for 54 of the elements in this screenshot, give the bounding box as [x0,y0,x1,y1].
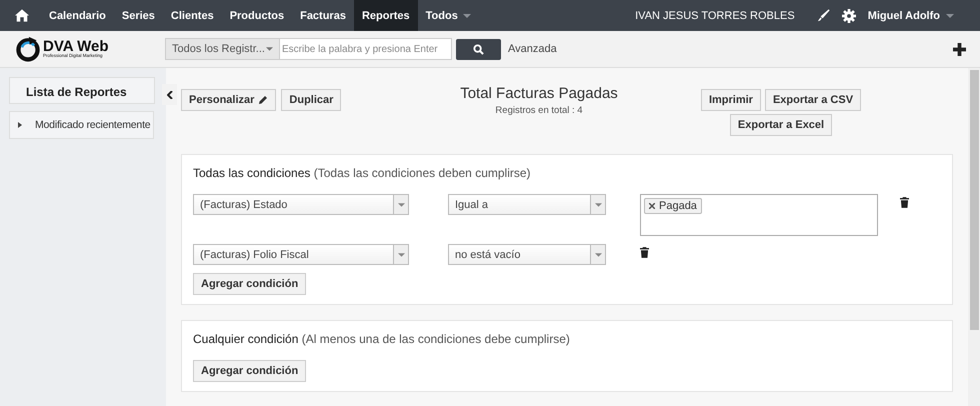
scrollbar[interactable] [968,68,980,406]
sidebar-title: Lista de Reportes [9,77,155,104]
trash-icon[interactable] [640,247,649,258]
caret-icon [398,252,404,256]
toolbar-button[interactable]: Personalizar [181,89,276,111]
search-icon [473,44,484,54]
panel-title: Cualquier condición [193,332,298,346]
add-condition-button[interactable]: Agregar condición [193,273,306,295]
panel-hint: (Todas las condiciones deben cumplirse) [314,166,531,180]
field-select[interactable]: (Facturas) Folio Fiscal [193,244,409,265]
brush-icon[interactable] [816,9,830,22]
field-select[interactable]: (Facturas) Estado [193,194,409,215]
caret-icon [594,252,602,256]
collapse-button[interactable] [162,84,177,105]
caret-icon [594,202,602,206]
plus-icon[interactable] [953,42,966,56]
panel-hint: (Al menos una de las condiciones debe cumplirse) [302,332,570,346]
export-button[interactable]: Exportar a Excel [730,114,832,136]
settings-icon[interactable] [842,8,856,22]
record-count: Registros en total : 4 [494,105,584,116]
caret-icon [266,47,273,51]
search-button[interactable] [456,38,501,60]
sidebar-item[interactable]: Modificado recientemente [9,111,154,139]
nav-item[interactable]: Todos [418,0,479,31]
caret-icon [946,14,954,18]
value-tag[interactable]: Pagada [644,198,702,214]
nav-item[interactable]: Facturas [292,0,354,31]
nav-item[interactable]: Productos [222,0,292,31]
export-button[interactable]: Exportar a CSV [764,89,862,111]
advanced-search-link[interactable]: Avanzada [508,43,557,55]
toolbar-button[interactable]: Duplicar [281,89,342,111]
pencil-icon [258,95,268,105]
operator-select[interactable]: no está vacío [448,244,606,265]
trash-icon[interactable] [900,197,909,208]
search-field[interactable]: Escribe la palabra y presiona Enter [280,38,452,60]
caret-icon [398,202,404,206]
remove-icon [649,203,655,209]
chevron-left-icon [166,90,172,98]
logo-icon [15,36,41,62]
panel-title: Todas las condiciones [193,166,310,180]
nav-item[interactable]: Calendario [41,0,114,31]
value-tags-field[interactable]: Pagada [640,194,878,236]
export-button[interactable]: Imprimir [700,89,761,111]
nav-item[interactable]: Clientes [162,0,222,31]
search-scope-dropdown[interactable]: Todos los Registr... [165,38,280,60]
user-menu[interactable]: Miguel Adolfo [868,10,954,22]
nav-item[interactable]: Series [114,0,163,31]
company-name: IVAN JESUS TORRES ROBLES [635,10,795,22]
nav-item[interactable]: Reportes [354,0,418,31]
report-title: Total Facturas Pagadas [459,85,619,102]
add-condition-button[interactable]: Agregar condición [193,360,306,382]
operator-select[interactable]: Igual a [448,194,606,215]
home-icon[interactable] [15,9,29,22]
triangle-icon [18,122,22,128]
